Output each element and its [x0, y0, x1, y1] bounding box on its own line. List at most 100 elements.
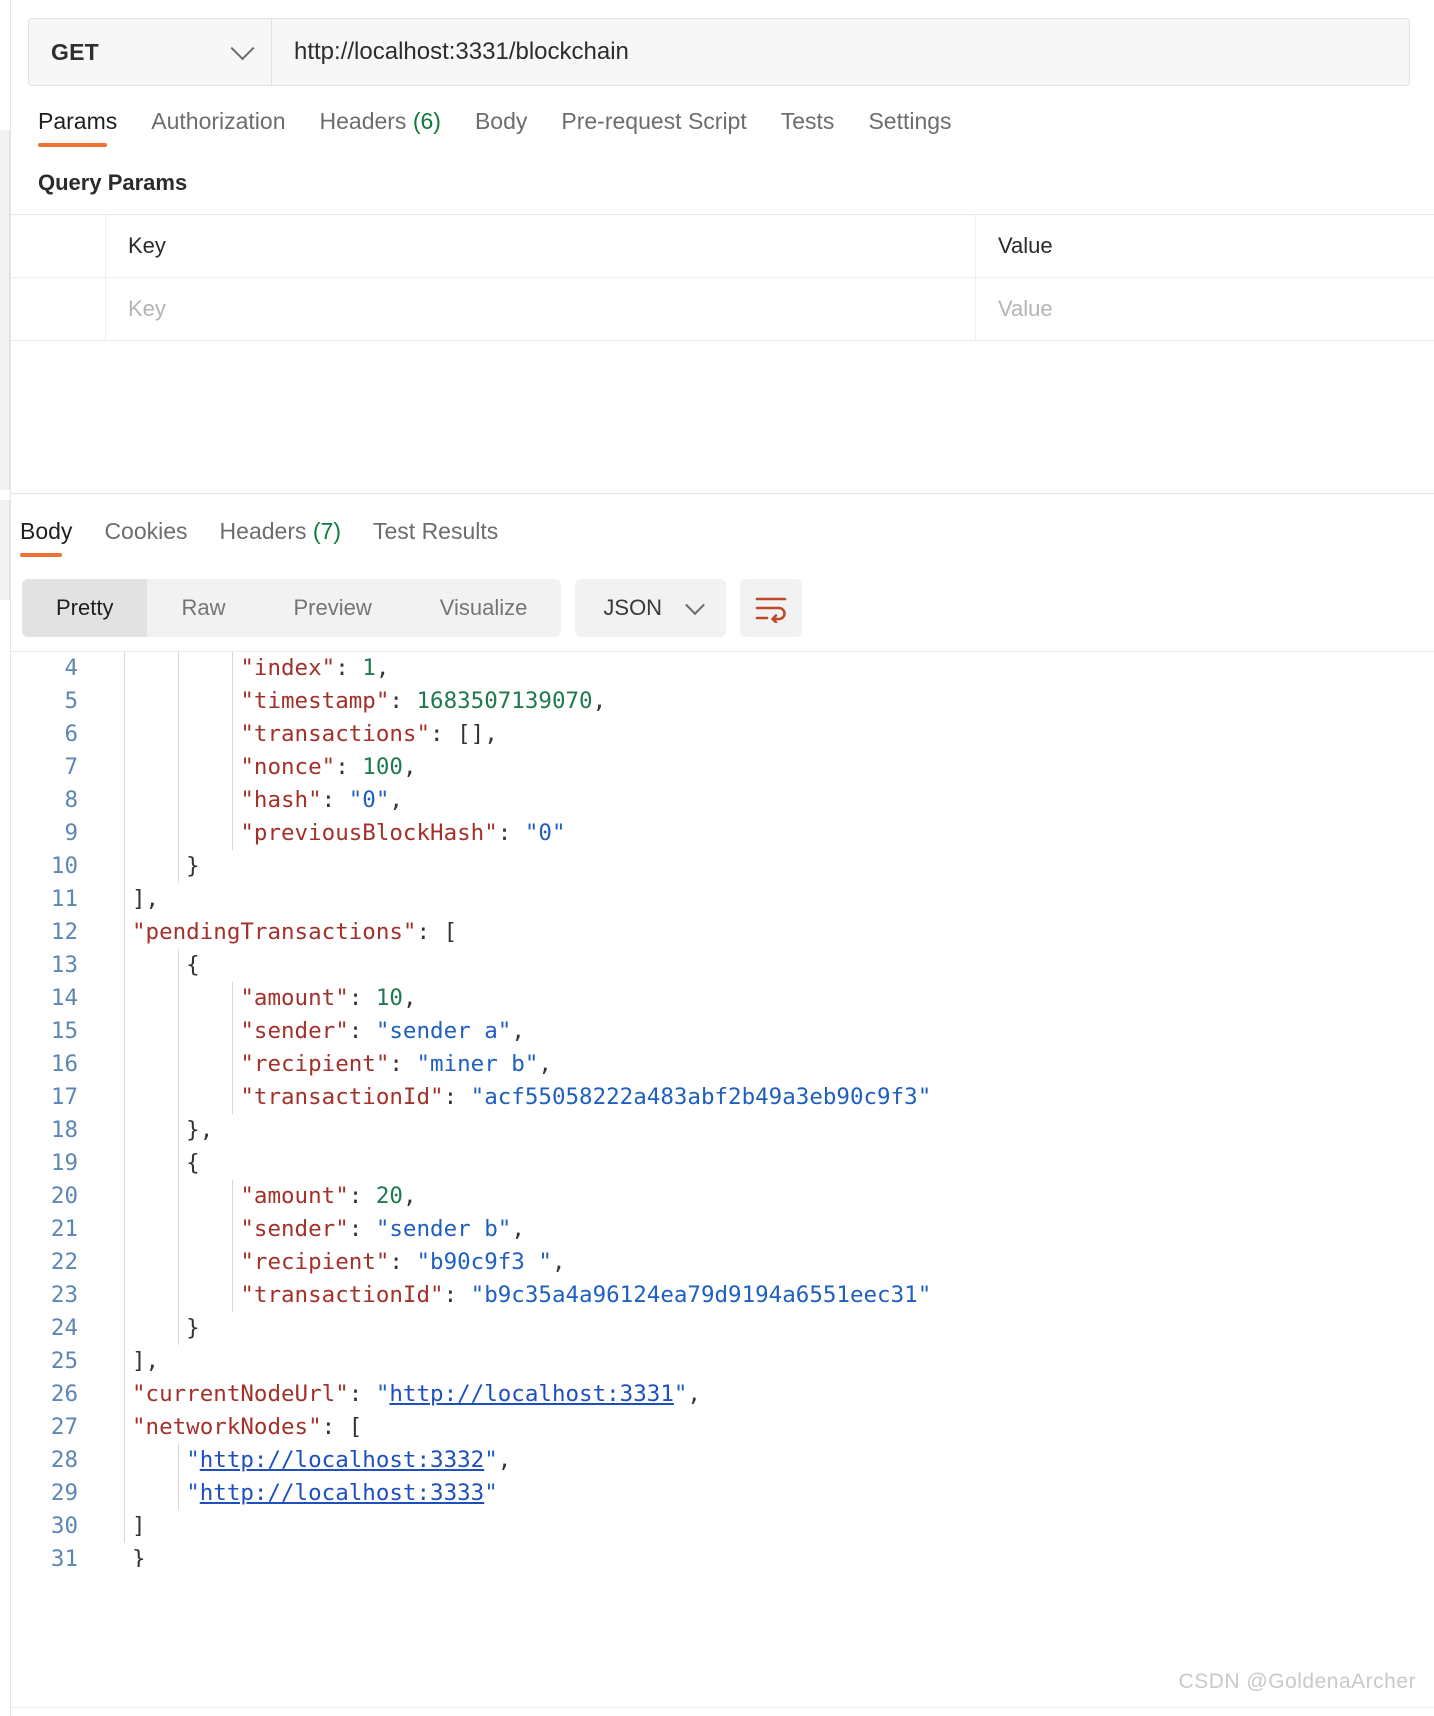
- response-body-viewer[interactable]: 4 "index": 1, 5 "timestamp": 168350713907…: [0, 651, 1434, 1567]
- view-mode-preview[interactable]: Preview: [259, 579, 405, 637]
- indent-guide: [232, 718, 234, 751]
- code-line-content: "hash": "0",: [100, 784, 1434, 817]
- response-tab-test-results-label: Test Results: [373, 518, 499, 544]
- table-header-row: Key Value: [10, 215, 1434, 277]
- tab-pre-request-script[interactable]: Pre-request Script: [561, 108, 770, 155]
- indent-guide: [178, 982, 180, 1015]
- tab-authorization[interactable]: Authorization: [151, 108, 309, 155]
- view-mode-pretty[interactable]: Pretty: [22, 579, 148, 637]
- tab-headers-label: Headers: [319, 108, 407, 134]
- param-value-input[interactable]: Value: [976, 278, 1434, 340]
- indent-guide: [124, 1081, 125, 1114]
- code-token-punct: :: [416, 919, 444, 945]
- code-token-key: "sender": [240, 1018, 349, 1044]
- indent-guide: [124, 685, 125, 718]
- indent-guide: [232, 1081, 234, 1114]
- code-line: 20 "amount": 20,: [0, 1180, 1434, 1213]
- url-input[interactable]: http://localhost:3331/blockchain: [272, 19, 1409, 85]
- code-token-key: "amount": [240, 985, 349, 1011]
- tab-settings[interactable]: Settings: [868, 108, 975, 155]
- url-bar-container: GET http://localhost:3331/blockchain: [0, 0, 1434, 86]
- code-line-content: "transactionId": "b9c35a4a96124ea79d9194…: [100, 1279, 1434, 1312]
- response-tab-headers[interactable]: Headers (7): [220, 518, 361, 563]
- code-token-punct: [132, 1216, 240, 1242]
- code-token-punct: :: [443, 1282, 471, 1308]
- code-link[interactable]: http://localhost:3331: [389, 1381, 673, 1407]
- code-line: 24 }: [0, 1312, 1434, 1345]
- code-line: 26 "currentNodeUrl": "http://localhost:33…: [0, 1378, 1434, 1411]
- code-line: 29 "http://localhost:3333": [0, 1477, 1434, 1510]
- code-line: 11],: [0, 883, 1434, 916]
- indent-guide: [232, 1279, 234, 1312]
- tab-body[interactable]: Body: [475, 108, 551, 155]
- rail-segment-request: [0, 130, 10, 490]
- wrap-text-button[interactable]: [740, 579, 803, 637]
- code-token-punct: :: [335, 754, 363, 780]
- code-line: 28 "http://localhost:3332",: [0, 1444, 1434, 1477]
- code-line: 13 {: [0, 949, 1434, 982]
- postman-request-response-pane: GET http://localhost:3331/blockchain Par…: [0, 0, 1434, 1716]
- response-tab-body[interactable]: Body: [20, 518, 92, 563]
- line-number: 8: [64, 787, 78, 813]
- code-token-punct: :: [389, 1051, 417, 1077]
- indent-guide: [178, 1081, 180, 1114]
- tab-authorization-label: Authorization: [151, 108, 286, 134]
- code-token-punct: [132, 655, 240, 681]
- line-number: 11: [50, 886, 78, 912]
- indent-guide: [124, 1378, 125, 1411]
- code-token-key: "currentNodeUrl": [132, 1381, 349, 1407]
- code-token-punct: }: [132, 1546, 146, 1567]
- response-format-select[interactable]: JSON: [575, 579, 727, 637]
- tab-params[interactable]: Params: [38, 108, 141, 155]
- code-token-punct: {: [132, 952, 200, 978]
- code-token-punct: :: [348, 985, 376, 1011]
- code-token-punct: [132, 820, 240, 846]
- indent-guide: [124, 1114, 125, 1147]
- code-line: 21 "sender": "sender b",: [0, 1213, 1434, 1246]
- view-mode-raw[interactable]: Raw: [147, 579, 259, 637]
- param-key-input[interactable]: Key: [106, 278, 976, 340]
- indent-guide: [178, 1114, 180, 1147]
- indent-guide: [178, 1048, 180, 1081]
- line-number: 26: [50, 1381, 78, 1407]
- indent-guide: [232, 1048, 234, 1081]
- code-token-str: "0": [348, 787, 390, 813]
- code-token-str: ": [484, 1480, 498, 1506]
- code-line: 30]: [0, 1510, 1434, 1543]
- response-tab-body-label: Body: [20, 518, 73, 544]
- code-token-punct: {: [132, 1150, 200, 1176]
- tab-headers[interactable]: Headers (6): [320, 108, 465, 155]
- response-tab-test-results[interactable]: Test Results: [373, 518, 518, 563]
- table-row: Key Value: [10, 277, 1434, 340]
- indent-guide: [178, 949, 180, 982]
- code-line-content: ]: [100, 1510, 1434, 1543]
- code-line-content: "transactions": [],: [100, 718, 1434, 751]
- response-format-label: JSON: [603, 595, 663, 620]
- code-token-key: "pendingTransactions": [132, 919, 417, 945]
- line-number: 30: [50, 1513, 78, 1539]
- code-link[interactable]: http://localhost:3332: [200, 1447, 484, 1473]
- column-header-key: Key: [106, 215, 976, 277]
- code-token-punct: ,: [551, 1249, 566, 1275]
- code-link[interactable]: http://localhost:3333: [200, 1480, 484, 1506]
- tab-tests[interactable]: Tests: [781, 108, 859, 155]
- indent-guide: [178, 685, 180, 718]
- query-params-table: Key Value Key Value: [10, 214, 1434, 341]
- http-method-selector[interactable]: GET: [29, 19, 272, 85]
- code-token-key: "networkNodes": [132, 1414, 322, 1440]
- indent-guide: [124, 784, 125, 817]
- code-token-punct: ,: [497, 1447, 512, 1473]
- code-token-num: 20: [375, 1183, 403, 1209]
- indent-guide: [178, 784, 180, 817]
- select-all-checkbox-cell[interactable]: [10, 215, 106, 277]
- wrap-text-icon: [755, 597, 787, 623]
- line-number: 19: [50, 1150, 78, 1176]
- response-tab-cookies[interactable]: Cookies: [104, 518, 207, 563]
- line-number: 4: [64, 655, 78, 681]
- code-line-content: "index": 1,: [100, 652, 1434, 685]
- code-token-punct: :: [389, 1249, 417, 1275]
- row-checkbox-cell[interactable]: [10, 278, 106, 340]
- code-token-punct: ,: [402, 754, 417, 780]
- code-token-str: ": [186, 1480, 200, 1506]
- view-mode-visualize[interactable]: Visualize: [406, 579, 562, 637]
